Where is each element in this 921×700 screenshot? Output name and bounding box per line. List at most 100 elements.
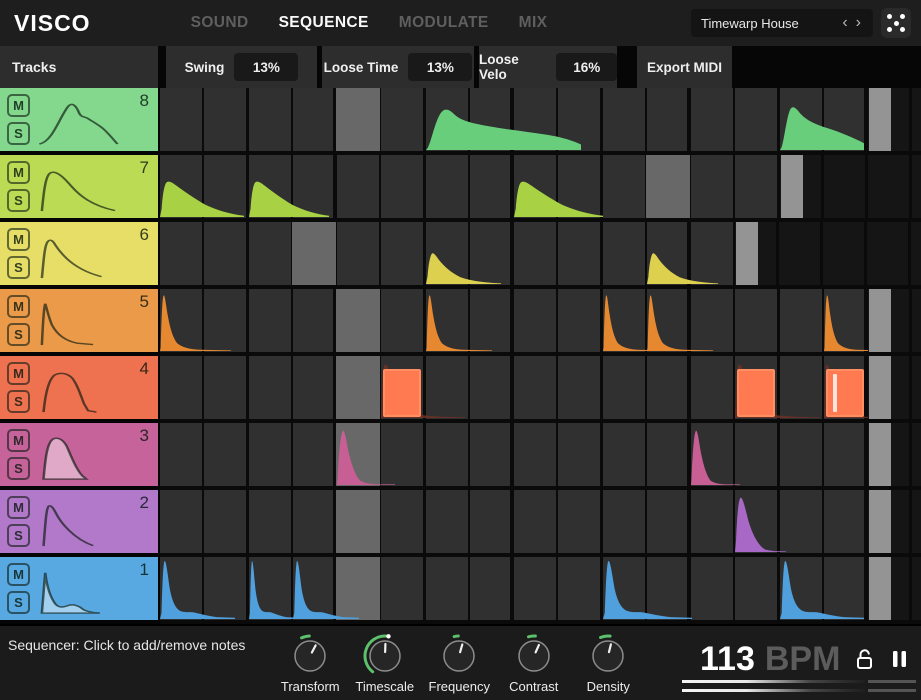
track-row-8[interactable]: MS 8 [0, 88, 160, 155]
note-envelope[interactable] [780, 558, 864, 619]
tempo-unlock-icon[interactable] [855, 648, 875, 670]
solo-button-track-7[interactable]: S [7, 189, 30, 212]
knob-dial[interactable] [510, 630, 558, 678]
note-block-selected[interactable] [737, 369, 775, 417]
note-envelope[interactable] [249, 558, 298, 619]
mute-button-track-7[interactable]: M [7, 161, 30, 184]
pattern-end-handle[interactable] [781, 155, 803, 218]
tab-modulate[interactable]: MODULATE [399, 14, 489, 32]
envelope-waveform-icon [36, 165, 120, 213]
knob-contrast[interactable]: Contrast [497, 630, 572, 694]
note-envelope[interactable] [426, 223, 501, 284]
solo-button-track-4[interactable]: S [7, 390, 30, 413]
bpm-cluster: 113 BPM [700, 642, 908, 676]
pattern-end-handle[interactable] [869, 88, 891, 151]
note-block-selected[interactable] [383, 369, 421, 417]
note-envelope[interactable] [647, 223, 718, 284]
knob-dial[interactable] [584, 630, 632, 678]
note-envelope[interactable] [426, 89, 581, 150]
envelope-waveform-icon [36, 366, 120, 414]
solo-button-track-5[interactable]: S [7, 323, 30, 346]
note-envelope[interactable] [735, 491, 786, 552]
track-number: 3 [140, 426, 149, 446]
track-row-7[interactable]: MS7 [0, 155, 160, 222]
pattern-end-handle[interactable] [869, 557, 891, 620]
bpm-value[interactable]: 113 [700, 642, 755, 676]
knob-dial[interactable] [435, 630, 483, 678]
track-number: 6 [140, 225, 149, 245]
swing-value[interactable]: 13% [234, 53, 298, 81]
sequence-toolbar: Tracks Swing 13% Loose Time 13% Loose Ve… [0, 46, 921, 88]
grid-row-track-5[interactable] [160, 289, 921, 356]
solo-button-track-6[interactable]: S [7, 256, 30, 279]
mute-button-track-5[interactable]: M [7, 295, 30, 318]
grid-row-track-1[interactable] [160, 557, 921, 624]
note-envelope[interactable] [780, 89, 864, 150]
note-envelope[interactable] [249, 156, 329, 217]
solo-button-track-8[interactable]: S [7, 122, 30, 145]
pattern-end-handle[interactable] [736, 222, 758, 285]
knob-density[interactable]: Density [571, 630, 646, 694]
knob-dial[interactable] [361, 630, 409, 678]
pattern-end-handle[interactable] [869, 423, 891, 486]
track-row-3[interactable]: MS 3 [0, 423, 160, 490]
step-grid[interactable] [160, 88, 921, 624]
loose-velo-value[interactable]: 16% [556, 53, 617, 81]
app-logo: VISCO [14, 10, 91, 37]
export-midi-button[interactable]: Export MIDI [637, 46, 732, 88]
note-envelope[interactable] [337, 424, 395, 485]
tab-sequence[interactable]: SEQUENCE [279, 14, 369, 32]
knob-timescale[interactable]: Timescale [348, 630, 423, 694]
track-row-5[interactable]: MS5 [0, 289, 160, 356]
solo-button-track-3[interactable]: S [7, 457, 30, 480]
sequencer-main: MS8MS7MS6MS5MS4MS3MS2MS1 [0, 88, 921, 624]
note-envelope[interactable] [691, 424, 740, 485]
note-envelope[interactable] [603, 558, 692, 619]
mute-button-track-1[interactable]: M [7, 563, 30, 586]
loose-time-control: Loose Time 13% [322, 46, 474, 88]
grid-row-track-7[interactable] [160, 155, 921, 222]
pattern-end-handle[interactable] [869, 356, 891, 419]
mute-button-track-3[interactable]: M [7, 429, 30, 452]
note-envelope[interactable] [824, 290, 868, 351]
solo-button-track-2[interactable]: S [7, 524, 30, 547]
track-row-6[interactable]: MS 6 [0, 222, 160, 289]
mute-button-track-2[interactable]: M [7, 496, 30, 519]
track-row-2[interactable]: MS2 [0, 490, 160, 557]
track-number: 8 [140, 91, 149, 111]
grid-row-track-6[interactable] [160, 222, 921, 289]
grid-row-track-3[interactable] [160, 423, 921, 490]
mute-button-track-4[interactable]: M [7, 362, 30, 385]
grid-row-track-2[interactable] [160, 490, 921, 557]
note-envelope[interactable] [160, 156, 244, 217]
pause-icon[interactable] [892, 650, 908, 668]
track-row-4[interactable]: MS4 [0, 356, 160, 423]
preset-selector[interactable]: Timewarp House ‹ › [691, 9, 873, 37]
loose-time-value[interactable]: 13% [408, 53, 472, 81]
pattern-end-handle[interactable] [869, 490, 891, 553]
preset-prev-icon[interactable]: ‹ [838, 15, 851, 31]
knob-transform[interactable]: Transform [273, 630, 348, 694]
resize-dots-icon[interactable] [881, 8, 911, 38]
grid-row-track-8[interactable] [160, 88, 921, 155]
preset-next-icon[interactable]: › [852, 15, 865, 31]
knob-dial[interactable] [286, 630, 334, 678]
knob-frequency[interactable]: Frequency [422, 630, 497, 694]
note-envelope[interactable] [293, 558, 359, 619]
note-block-selected[interactable] [826, 369, 864, 417]
mute-button-track-8[interactable]: M [7, 94, 30, 117]
pattern-end-handle[interactable] [869, 289, 891, 352]
note-envelope[interactable] [426, 290, 492, 351]
note-envelope[interactable] [647, 290, 713, 351]
tab-sound[interactable]: SOUND [191, 14, 249, 32]
grid-row-track-4[interactable] [160, 356, 921, 423]
note-envelope[interactable] [160, 290, 231, 351]
tab-mix[interactable]: MIX [519, 14, 548, 32]
solo-button-track-1[interactable]: S [7, 591, 30, 614]
note-envelope[interactable] [514, 156, 603, 217]
mute-button-track-6[interactable]: M [7, 228, 30, 251]
track-row-1[interactable]: MS1 [0, 557, 160, 624]
preset-name[interactable]: Timewarp House [701, 16, 838, 31]
note-envelope[interactable] [160, 558, 235, 619]
envelope-waveform-icon [36, 500, 120, 548]
